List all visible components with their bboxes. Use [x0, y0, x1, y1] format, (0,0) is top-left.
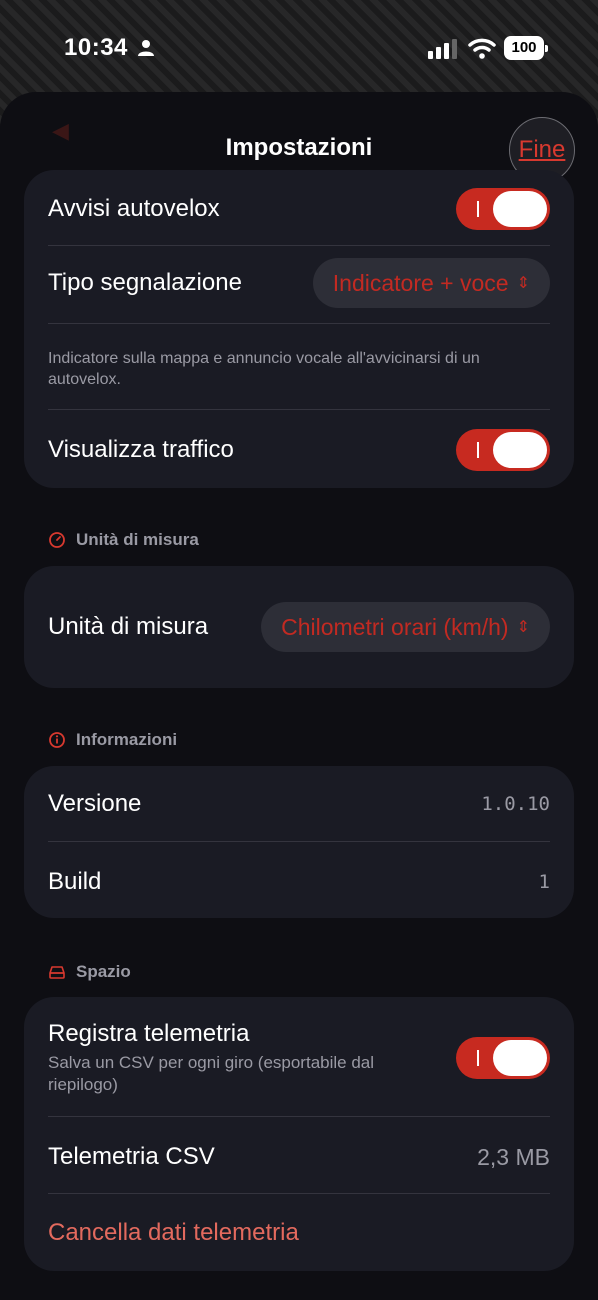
drive-icon: [49, 966, 65, 979]
build-row: Build 1: [48, 862, 550, 902]
signal-type-hint: Indicatore sulla mappa e annuncio vocale…: [48, 350, 480, 388]
telemetry-text: Registra telemetria Salva un CSV per ogn…: [48, 1020, 408, 1096]
telemetry-subtitle: Salva un CSV per ogni giro (esportabile …: [48, 1053, 375, 1094]
build-value: 1: [538, 871, 550, 893]
version-label: Versione: [48, 790, 142, 817]
wifi-icon: [468, 38, 496, 59]
signal-type-label: Tipo segnalazione: [48, 269, 242, 296]
divider: [48, 323, 550, 324]
units-value: Chilometri orari (km/h): [281, 613, 509, 640]
divider: [48, 245, 550, 246]
status-bar: 10:34 100: [0, 0, 598, 96]
traffic-label: Visualizza traffico: [48, 436, 234, 463]
clear-telemetry-row: Cancella dati telemetria: [48, 1213, 550, 1253]
units-card: Unità di misura Chilometri orari (km/h) …: [24, 566, 574, 688]
traffic-row: Visualizza traffico: [48, 429, 550, 471]
csv-row: Telemetria CSV 2,3 MB: [48, 1137, 550, 1177]
speedcam-alerts-label: Avvisi autovelox: [48, 195, 220, 222]
csv-label: Telemetria CSV: [48, 1143, 215, 1170]
units-row: Unità di misura Chilometri orari (km/h) …: [48, 602, 550, 652]
divider: [48, 841, 550, 842]
version-row: Versione 1.0.10: [48, 784, 550, 824]
info-section-header: Informazioni: [48, 730, 177, 750]
telemetry-label: Registra telemetria: [48, 1020, 250, 1047]
telemetry-toggle[interactable]: [456, 1037, 550, 1079]
alerts-card: Avvisi autovelox Tipo segnalazione Indic…: [24, 170, 574, 488]
person-icon: [138, 40, 154, 56]
divider: [48, 409, 550, 410]
speedcam-alerts-row: Avvisi autovelox: [48, 188, 550, 230]
status-time: 10:34: [64, 34, 128, 61]
build-label: Build: [48, 868, 102, 895]
signal-type-row: Tipo segnalazione Indicatore + voce ⇕: [48, 258, 550, 308]
csv-size-value: 2,3 MB: [477, 1143, 550, 1170]
units-label: Unità di misura: [48, 613, 209, 640]
chevron-updown-icon: ⇕: [516, 619, 530, 636]
units-section-title: Unità di misura: [76, 530, 199, 549]
traffic-toggle[interactable]: [456, 429, 550, 471]
signal-type-value: Indicatore + voce: [332, 269, 509, 296]
info-section-title: Informazioni: [76, 730, 178, 749]
chevron-updown-icon: ⇕: [516, 275, 530, 292]
gauge-icon: [49, 532, 65, 548]
storage-card: Registra telemetria Salva un CSV per ogn…: [24, 997, 574, 1271]
divider: [48, 1193, 550, 1194]
clear-telemetry-button[interactable]: Cancella dati telemetria: [48, 1219, 299, 1247]
version-value: 1.0.10: [481, 793, 550, 815]
info-card: Versione 1.0.10 Build 1: [24, 766, 574, 918]
signal-icon: [428, 39, 457, 59]
divider: [48, 1116, 550, 1117]
storage-section-title: Spazio: [76, 962, 131, 981]
telemetry-row: Registra telemetria Salva un CSV per ogn…: [48, 1019, 550, 1097]
storage-section-header: Spazio: [48, 962, 131, 982]
info-icon: [49, 732, 65, 748]
units-section-header: Unità di misura: [48, 530, 199, 550]
battery-indicator: 100: [504, 36, 548, 60]
speedcam-alerts-toggle[interactable]: [456, 188, 550, 230]
units-picker[interactable]: Chilometri orari (km/h) ⇕: [261, 602, 550, 652]
signal-type-picker[interactable]: Indicatore + voce ⇕: [312, 258, 550, 308]
